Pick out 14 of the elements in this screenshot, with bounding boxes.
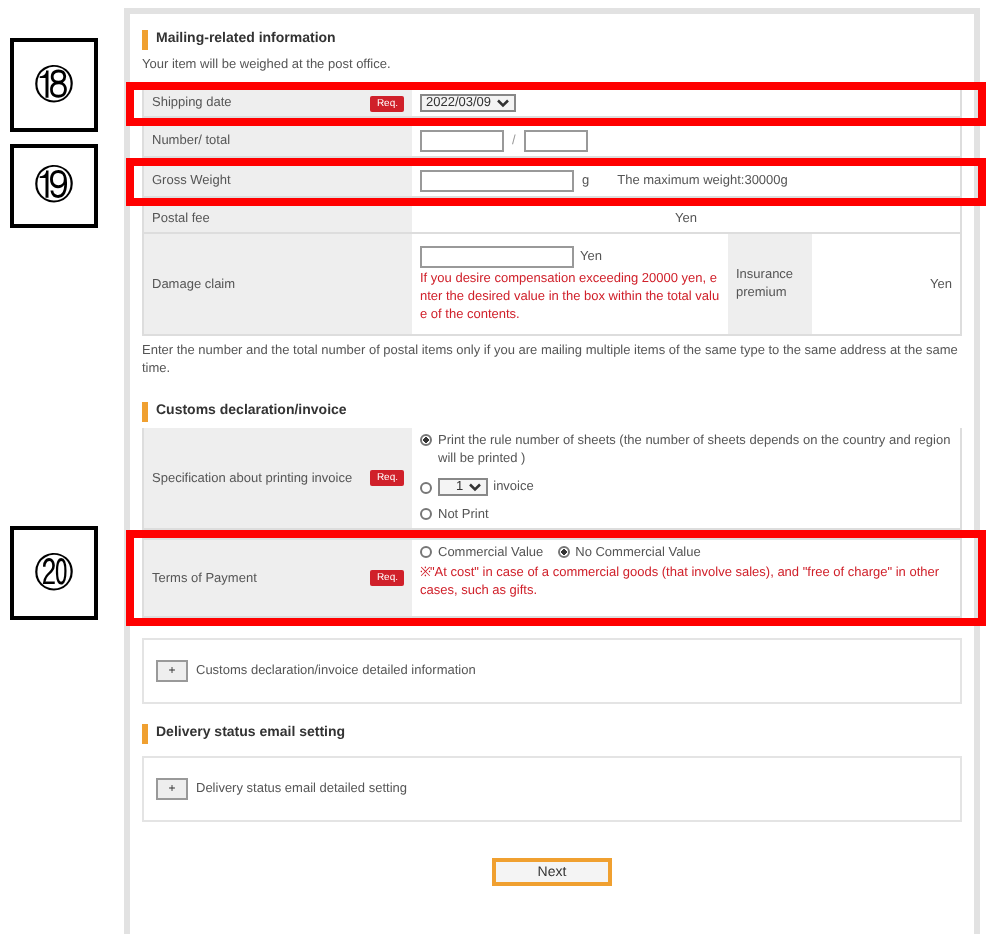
caret-icon [495,98,510,108]
radio-button[interactable] [420,434,432,446]
total-field[interactable] [523,130,588,152]
callout-label: ⑲ [10,144,98,228]
callout-label: ⑱ [10,38,98,132]
weight-field[interactable] [420,170,574,192]
radio-button[interactable] [420,482,432,494]
radio-button[interactable] [420,508,432,520]
claim-field[interactable] [420,245,574,267]
number-field[interactable] [420,130,504,152]
radio-button[interactable] [557,546,570,558]
callout-label: ⑳ [10,526,98,620]
caret-icon [467,482,482,492]
radio-button[interactable] [420,546,432,558]
